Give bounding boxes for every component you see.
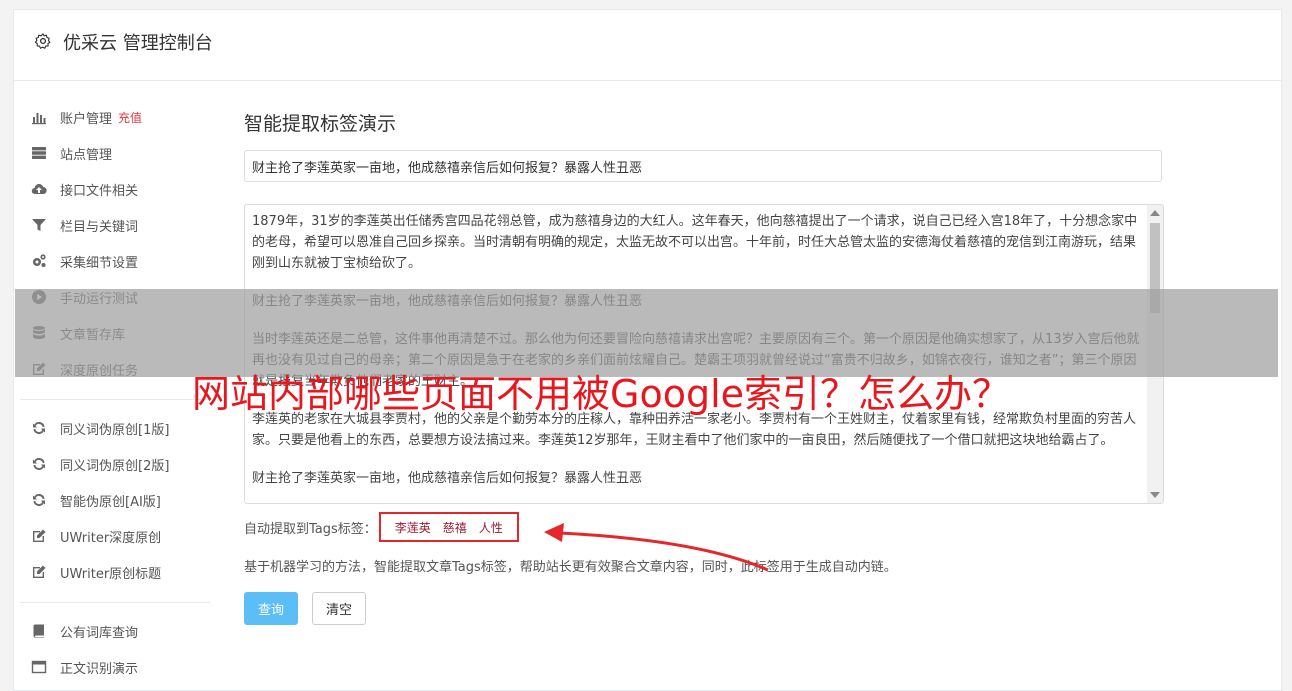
sidebar-item-label: 同义词伪原创[1版]: [60, 422, 170, 438]
sidebar-item[interactable]: UWriter原创标题: [20, 554, 210, 590]
tags-box: 李莲英 慈禧 人性: [378, 512, 519, 542]
sidebar-item[interactable]: 采集细节设置: [20, 243, 210, 279]
window-icon: [30, 658, 48, 676]
tag-item[interactable]: 慈禧: [443, 519, 467, 536]
scroll-down-arrow-icon[interactable]: [1150, 492, 1160, 498]
section-title: 智能提取标签演示: [244, 113, 397, 135]
sidebar-item-label: 站点管理: [60, 147, 113, 163]
gear-icon: [34, 33, 51, 49]
filter-icon: [30, 216, 48, 234]
sidebar-item[interactable]: 站点管理: [20, 135, 210, 171]
tag-item[interactable]: 李莲英: [395, 519, 431, 536]
button-row: 查询 清空: [244, 592, 1164, 625]
sidebar-item-label: 智能伪原创[AI版]: [60, 494, 161, 510]
sidebar-item-label: 正文识别演示: [60, 661, 139, 677]
bar-chart-icon: [30, 108, 48, 126]
sidebar-item-label: 接口文件相关: [60, 183, 139, 199]
page-title: 优采云 管理控制台: [63, 33, 213, 54]
recharge-link[interactable]: 充值: [118, 109, 142, 126]
sidebar-divider: [20, 399, 210, 400]
refresh-icon: [30, 419, 48, 437]
sidebar-item[interactable]: 同义词伪原创[1版]: [20, 410, 210, 446]
scroll-up-arrow-icon[interactable]: [1150, 210, 1160, 216]
title-input[interactable]: 财主抢了李莲英家一亩地，他成慈禧亲信后如何报复？暴露人性丑恶: [244, 150, 1162, 182]
sidebar-item[interactable]: 正文识别演示: [20, 649, 210, 685]
tags-label: 自动提取到Tags标签：: [244, 521, 377, 537]
overlay-headline: 网站内部哪些页面不用被Google索引？怎么办？: [192, 372, 1011, 416]
red-arrow-icon: [544, 523, 769, 572]
book-icon: [30, 622, 48, 640]
edit-icon: [30, 527, 48, 545]
edit-icon: [30, 563, 48, 581]
sidebar-item-label: 采集细节设置: [60, 255, 139, 271]
sidebar-item[interactable]: 账户管理 充值: [20, 99, 210, 135]
sidebar-item[interactable]: 栏目与关键词: [20, 207, 210, 243]
sidebar-divider: [20, 602, 210, 603]
sidebar-item-label: UWriter深度原创: [60, 530, 162, 546]
tag-item[interactable]: 人性: [479, 519, 503, 536]
content-paragraph: 1879年，31岁的李莲英出任储秀宫四品花翎总管，成为慈禧身边的大红人。这年春天…: [252, 214, 1138, 271]
sidebar-item[interactable]: 公有词库查询: [20, 613, 210, 649]
sidebar-item-label: 账户管理: [60, 111, 113, 127]
cogs-icon: [30, 252, 48, 270]
sidebar-item-label: 栏目与关键词: [60, 219, 139, 235]
sidebar-item-label: UWriter原创标题: [60, 566, 162, 582]
refresh-icon: [30, 455, 48, 473]
cloud-upload-icon: [30, 180, 48, 198]
sidebar: 账户管理充值站点管理接口文件相关栏目与关键词采集细节设置手动运行测试文章暂存库深…: [20, 99, 210, 685]
server-icon: [30, 144, 48, 162]
content-paragraph: 财主抢了李莲英家一亩地，他成慈禧亲信后如何报复？暴露人性丑恶: [252, 471, 643, 486]
sidebar-item[interactable]: 同义词伪原创[2版]: [20, 446, 210, 482]
sidebar-item-label: 公有词库查询: [60, 625, 139, 641]
sidebar-item[interactable]: 智能伪原创[AI版]: [20, 482, 210, 518]
clear-button[interactable]: 清空: [312, 592, 366, 625]
refresh-icon: [30, 491, 48, 509]
sidebar-item[interactable]: UWriter深度原创: [20, 518, 210, 554]
query-button[interactable]: 查询: [244, 592, 298, 625]
panel-header: 优采云 管理控制台: [14, 10, 1281, 81]
sidebar-item-label: 同义词伪原创[2版]: [60, 458, 170, 474]
sidebar-item[interactable]: 接口文件相关: [20, 171, 210, 207]
overlay-banner: [15, 289, 1278, 377]
